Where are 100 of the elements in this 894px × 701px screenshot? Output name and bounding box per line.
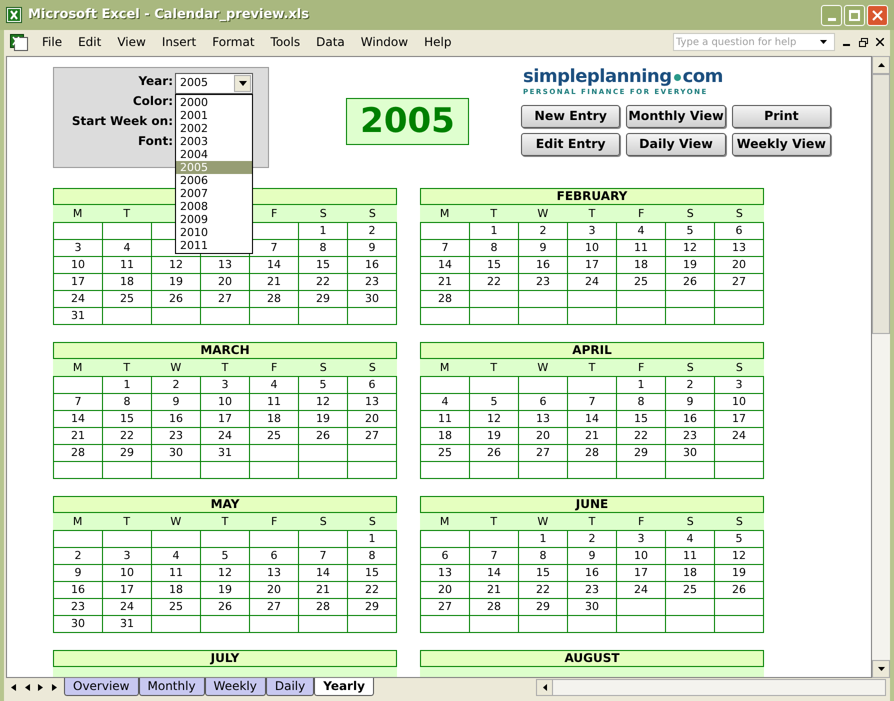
close-button[interactable] xyxy=(867,4,888,26)
date-cell: 21 xyxy=(250,274,299,291)
date-cell: 3 xyxy=(715,377,764,394)
date-cell xyxy=(617,462,666,479)
sheet-tab[interactable]: Daily xyxy=(266,678,314,696)
date-cell xyxy=(666,291,715,308)
date-cell: 23 xyxy=(666,428,715,445)
year-dropdown[interactable]: 2005 xyxy=(175,73,253,94)
menu-item[interactable]: Help xyxy=(416,33,460,51)
date-cell: 11 xyxy=(250,394,299,411)
macro-button[interactable]: Monthly View xyxy=(626,105,726,128)
macro-button[interactable]: Print xyxy=(732,105,831,128)
horizontal-scrollbar[interactable] xyxy=(536,679,886,696)
sheet-tab[interactable]: Weekly xyxy=(204,678,266,696)
scroll-right-icon[interactable] xyxy=(52,684,58,691)
help-field[interactable]: Type a question for help xyxy=(673,33,835,51)
weekday-header: T xyxy=(489,514,498,530)
scroll-left-icon[interactable] xyxy=(10,684,16,691)
menu-item[interactable]: Edit xyxy=(70,33,110,51)
date-cell: 13 xyxy=(201,257,250,274)
macro-button[interactable]: Daily View xyxy=(626,133,726,156)
date-cell: 24 xyxy=(54,291,103,308)
date-cell xyxy=(348,616,397,633)
weekday-header: S xyxy=(734,360,744,376)
date-cell: 9 xyxy=(666,394,715,411)
date-cell: 8 xyxy=(348,548,397,565)
date-cell: 11 xyxy=(617,240,666,257)
date-cell: 21 xyxy=(299,582,348,599)
macro-button[interactable]: Weekly View xyxy=(732,133,831,156)
date-cell: 2 xyxy=(666,377,715,394)
dropdown-button[interactable] xyxy=(234,75,251,92)
date-cell: 28 xyxy=(250,291,299,308)
sheet-tab[interactable]: Monthly xyxy=(138,678,205,696)
date-cell: 21 xyxy=(568,428,617,445)
scroll-left-icon[interactable] xyxy=(24,684,30,691)
date-cell: 17 xyxy=(568,257,617,274)
sheet-tab[interactable]: Yearly xyxy=(314,678,374,696)
spreadsheet-icon xyxy=(6,7,22,23)
menu-item[interactable]: Window xyxy=(352,33,416,51)
date-cell xyxy=(299,462,348,479)
menu-item[interactable]: Format xyxy=(204,33,263,51)
date-cell: 22 xyxy=(470,274,519,291)
date-cell xyxy=(568,616,617,633)
menu-item[interactable]: Data xyxy=(308,33,353,51)
date-cell: 17 xyxy=(715,411,764,428)
date-cell: 19 xyxy=(470,428,519,445)
date-cell: 17 xyxy=(617,565,666,582)
date-cell: 19 xyxy=(152,274,201,291)
date-cell xyxy=(250,308,299,325)
weekday-header: S xyxy=(686,206,695,222)
close-icon[interactable] xyxy=(876,38,884,46)
date-cell: 7 xyxy=(54,394,103,411)
weekday-header: W xyxy=(169,360,182,376)
weekday-header: M xyxy=(438,206,450,222)
sheet-tab[interactable]: Overview xyxy=(64,678,138,696)
vertical-scrollbar[interactable] xyxy=(872,56,890,678)
date-cell xyxy=(715,308,764,325)
date-cell: 31 xyxy=(54,308,103,325)
macro-button[interactable]: Edit Entry xyxy=(521,133,620,156)
date-cell: 10 xyxy=(568,240,617,257)
date-cell: 26 xyxy=(299,428,348,445)
month-title: MAY xyxy=(210,497,240,512)
date-cell: 2 xyxy=(568,531,617,548)
date-cell: 8 xyxy=(617,394,666,411)
weekday-header: M xyxy=(438,514,450,530)
date-cell: 2 xyxy=(152,377,201,394)
menu-item[interactable]: View xyxy=(109,33,154,51)
scroll-up-icon[interactable] xyxy=(878,63,884,67)
workbook-icon xyxy=(10,34,28,50)
date-cell: 10 xyxy=(201,394,250,411)
setting-label: Year: xyxy=(138,74,173,88)
date-cell: 10 xyxy=(715,394,764,411)
macro-button[interactable]: New Entry xyxy=(521,105,620,128)
restore-icon[interactable] xyxy=(859,38,868,46)
window-title: Microsoft Excel - Calendar_preview.xls xyxy=(28,6,310,24)
month-title: APRIL xyxy=(572,343,612,358)
date-cell: 14 xyxy=(54,411,103,428)
date-cell: 9 xyxy=(54,565,103,582)
menu-item[interactable]: File xyxy=(34,33,70,51)
date-cell: 3 xyxy=(617,531,666,548)
date-cell: 20 xyxy=(201,274,250,291)
date-cell: 21 xyxy=(470,582,519,599)
date-cell: 28 xyxy=(54,445,103,462)
weekday-header: T xyxy=(122,360,132,376)
scroll-left-icon[interactable] xyxy=(542,684,546,691)
scroll-right-icon[interactable] xyxy=(38,684,44,691)
menu-item[interactable]: Insert xyxy=(154,33,204,51)
date-cell: 23 xyxy=(568,582,617,599)
date-cell xyxy=(617,616,666,633)
date-cell xyxy=(519,308,568,325)
scroll-down-icon[interactable] xyxy=(878,667,884,671)
weekday-header: T xyxy=(588,514,596,530)
date-cell: 1 xyxy=(617,377,666,394)
weekday-header: T xyxy=(489,206,498,222)
menu-item[interactable]: Tools xyxy=(262,33,308,51)
date-cell: 29 xyxy=(617,445,666,462)
date-cell: 28 xyxy=(299,599,348,616)
weekday-header: T xyxy=(588,206,596,222)
weekday-header: F xyxy=(636,360,646,376)
date-cell: 12 xyxy=(201,565,250,582)
